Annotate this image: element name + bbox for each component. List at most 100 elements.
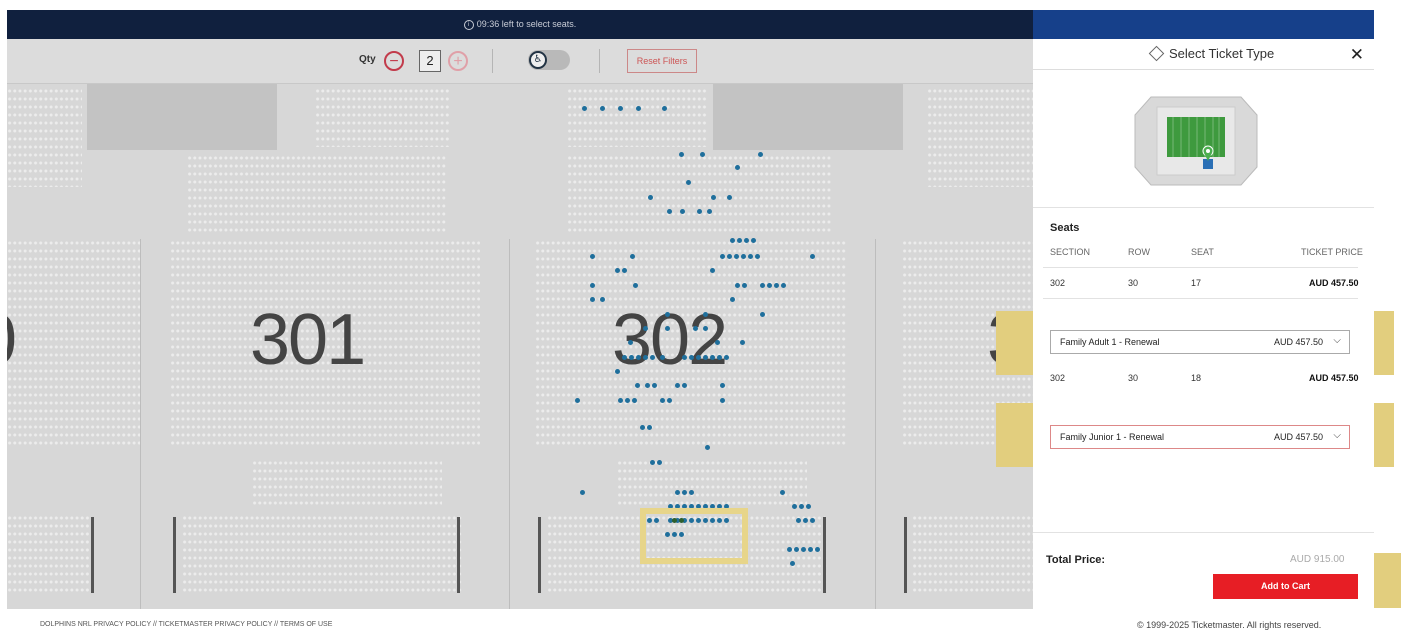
available-seat[interactable] <box>730 238 735 243</box>
available-seat[interactable] <box>657 460 662 465</box>
available-seat[interactable] <box>640 425 645 430</box>
available-seat[interactable] <box>633 283 638 288</box>
available-seat[interactable] <box>790 561 795 566</box>
reset-filters-button[interactable]: Reset Filters <box>627 49 697 73</box>
available-seat[interactable] <box>792 504 797 509</box>
available-seat[interactable] <box>703 326 708 331</box>
available-seat[interactable] <box>693 326 698 331</box>
footer-links[interactable]: DOLPHINS NRL PRIVACY POLICY // TICKETMAS… <box>40 621 332 628</box>
available-seat[interactable] <box>781 283 786 288</box>
available-seat[interactable] <box>682 383 687 388</box>
available-seat[interactable] <box>575 398 580 403</box>
available-seat[interactable] <box>735 165 740 170</box>
available-seat[interactable] <box>760 312 765 317</box>
available-seat[interactable] <box>734 254 739 259</box>
available-seat[interactable] <box>715 340 720 345</box>
available-seat[interactable] <box>600 106 605 111</box>
available-seat[interactable] <box>590 283 595 288</box>
available-seat[interactable] <box>720 398 725 403</box>
available-seat[interactable] <box>689 490 694 495</box>
available-seat[interactable] <box>660 355 665 360</box>
available-seat[interactable] <box>803 518 808 523</box>
available-seat[interactable] <box>774 283 779 288</box>
available-seat[interactable] <box>662 106 667 111</box>
available-seat[interactable] <box>735 283 740 288</box>
available-seat[interactable] <box>675 490 680 495</box>
available-seat[interactable] <box>679 152 684 157</box>
available-seat[interactable] <box>618 106 623 111</box>
available-seat[interactable] <box>682 355 687 360</box>
available-seat[interactable] <box>645 383 650 388</box>
available-seat[interactable] <box>667 209 672 214</box>
available-seat[interactable] <box>636 106 641 111</box>
available-seat[interactable] <box>680 209 685 214</box>
available-seat[interactable] <box>628 340 633 345</box>
available-seat[interactable] <box>703 312 708 317</box>
available-seat[interactable] <box>755 254 760 259</box>
qty-increase-button[interactable]: + <box>448 51 468 71</box>
available-seat[interactable] <box>636 355 641 360</box>
available-seat[interactable] <box>744 238 749 243</box>
available-seat[interactable] <box>696 355 701 360</box>
ticket-type-select-seat-17[interactable]: Family Adult 1 - Renewal AUD 457.50 ⌵ <box>1050 330 1350 354</box>
available-seat[interactable] <box>675 383 680 388</box>
available-seat[interactable] <box>647 425 652 430</box>
accessibility-toggle[interactable]: ♿ <box>528 50 570 70</box>
available-seat[interactable] <box>582 106 587 111</box>
available-seat[interactable] <box>810 518 815 523</box>
available-seat[interactable] <box>808 547 813 552</box>
add-to-cart-button[interactable]: Add to Cart <box>1213 574 1358 599</box>
available-seat[interactable] <box>705 445 710 450</box>
available-seat[interactable] <box>650 355 655 360</box>
available-seat[interactable] <box>748 254 753 259</box>
available-seat[interactable] <box>643 326 648 331</box>
available-seat[interactable] <box>780 490 785 495</box>
available-seat[interactable] <box>650 460 655 465</box>
available-seat[interactable] <box>815 547 820 552</box>
ticket-type-select-seat-18[interactable]: Family Junior 1 - Renewal AUD 457.50 ⌵ <box>1050 425 1350 449</box>
available-seat[interactable] <box>600 297 605 302</box>
available-seat[interactable] <box>665 312 670 317</box>
available-seat[interactable] <box>737 238 742 243</box>
available-seat[interactable] <box>801 547 806 552</box>
available-seat[interactable] <box>727 254 732 259</box>
available-seat[interactable] <box>742 283 747 288</box>
available-seat[interactable] <box>686 180 691 185</box>
available-seat[interactable] <box>665 326 670 331</box>
qty-decrease-button[interactable]: − <box>384 51 404 71</box>
available-seat[interactable] <box>689 355 694 360</box>
available-seat[interactable] <box>590 297 595 302</box>
available-seat[interactable] <box>590 254 595 259</box>
available-seat[interactable] <box>767 283 772 288</box>
available-seat[interactable] <box>796 518 801 523</box>
available-seat[interactable] <box>615 268 620 273</box>
available-seat[interactable] <box>727 195 732 200</box>
available-seat[interactable] <box>799 504 804 509</box>
available-seat[interactable] <box>707 209 712 214</box>
available-seat[interactable] <box>667 398 672 403</box>
available-seat[interactable] <box>760 283 765 288</box>
available-seat[interactable] <box>697 209 702 214</box>
available-seat[interactable] <box>711 195 716 200</box>
available-seat[interactable] <box>720 254 725 259</box>
available-seat[interactable] <box>629 355 634 360</box>
available-seat[interactable] <box>660 398 665 403</box>
available-seat[interactable] <box>682 490 687 495</box>
available-seat[interactable] <box>643 355 648 360</box>
available-seat[interactable] <box>648 195 653 200</box>
available-seat[interactable] <box>580 490 585 495</box>
available-seat[interactable] <box>758 152 763 157</box>
seat-map[interactable]: 0 301 302 3 Qty − 2 + ♿ Reset Filters <box>7 39 1033 609</box>
qty-input[interactable]: 2 <box>419 50 441 72</box>
available-seat[interactable] <box>720 383 725 388</box>
available-seat[interactable] <box>632 398 637 403</box>
available-seat[interactable] <box>622 355 627 360</box>
available-seat[interactable] <box>806 504 811 509</box>
available-seat[interactable] <box>635 383 640 388</box>
available-seat[interactable] <box>618 398 623 403</box>
available-seat[interactable] <box>615 369 620 374</box>
available-seat[interactable] <box>740 340 745 345</box>
available-seat[interactable] <box>652 383 657 388</box>
available-seat[interactable] <box>787 547 792 552</box>
available-seat[interactable] <box>700 152 705 157</box>
